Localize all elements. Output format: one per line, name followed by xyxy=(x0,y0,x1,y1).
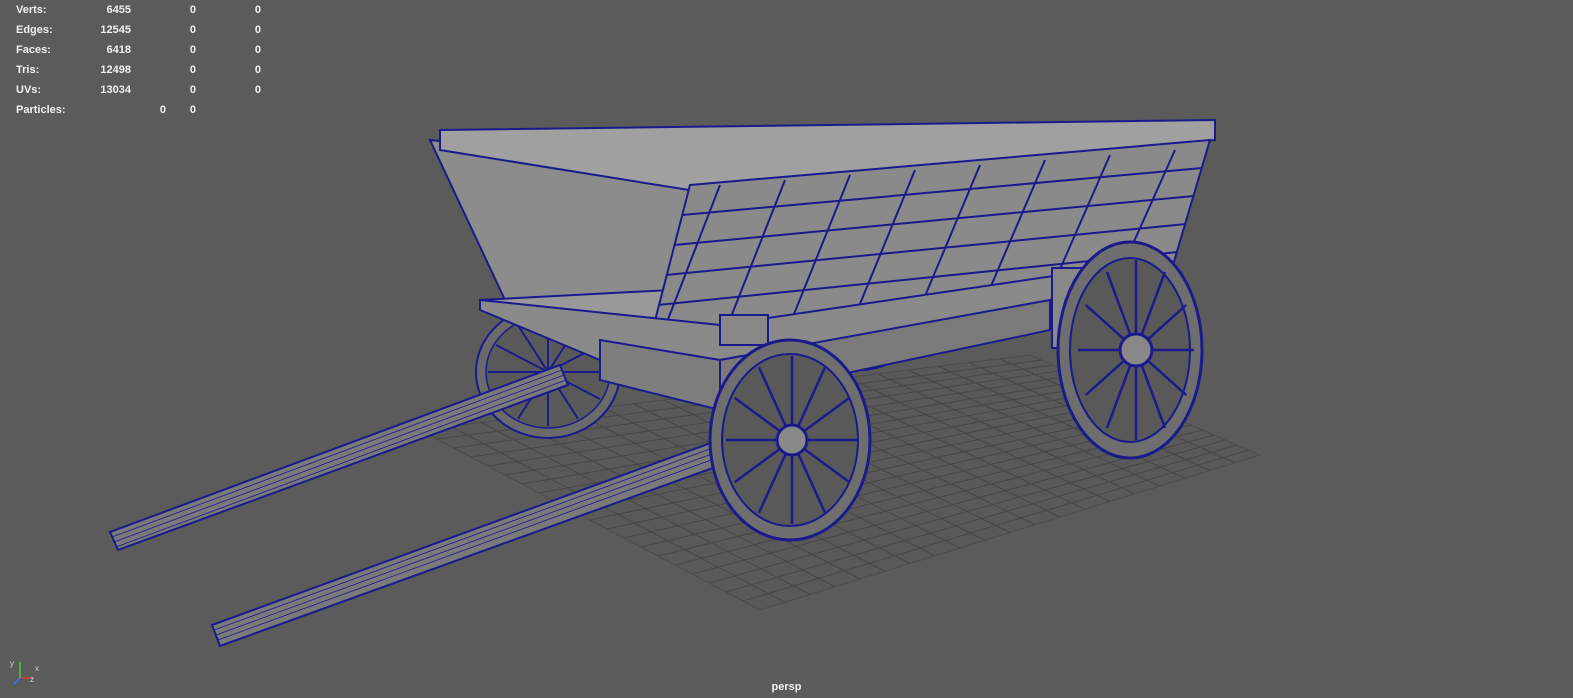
hud-value: 0 xyxy=(189,4,196,16)
hud-value: 0 xyxy=(254,4,261,16)
axis-x-label: x xyxy=(35,664,39,673)
hud-value: 13034 xyxy=(100,84,131,96)
cart-model[interactable] xyxy=(0,0,1573,698)
hud-value: 0 xyxy=(189,64,196,76)
wheel-rear-right-front xyxy=(1056,240,1204,460)
hud-value: 0 xyxy=(189,44,196,56)
hud-value: 0 xyxy=(254,24,261,36)
hud-value: 6455 xyxy=(106,4,131,16)
hud-value: 0 xyxy=(189,104,196,116)
hud-label: Tris: xyxy=(16,64,40,76)
hud-value: 0 xyxy=(189,84,196,96)
hud-label: Edges: xyxy=(16,24,53,36)
axis-y-label: y xyxy=(10,659,14,668)
hud-value: 6418 xyxy=(106,44,131,56)
hud-value: 0 xyxy=(254,64,261,76)
hud-value: 0 xyxy=(189,24,196,36)
hud-label: Faces: xyxy=(16,44,51,56)
camera-label: persp xyxy=(771,681,802,693)
hud-value: 12498 xyxy=(100,64,131,76)
wheel-front-left xyxy=(708,338,872,542)
hud-value: 12545 xyxy=(100,24,131,36)
persp-viewport[interactable]: Verts: 6455 0 0 Edges: 12545 0 0 Faces: … xyxy=(0,0,1573,698)
hud-value: 0 xyxy=(254,44,261,56)
hud-label: UVs: xyxy=(16,84,42,96)
hud-value: 0 xyxy=(254,84,261,96)
hud-label: Verts: xyxy=(16,4,47,16)
hud-label: Particles: xyxy=(16,104,66,116)
